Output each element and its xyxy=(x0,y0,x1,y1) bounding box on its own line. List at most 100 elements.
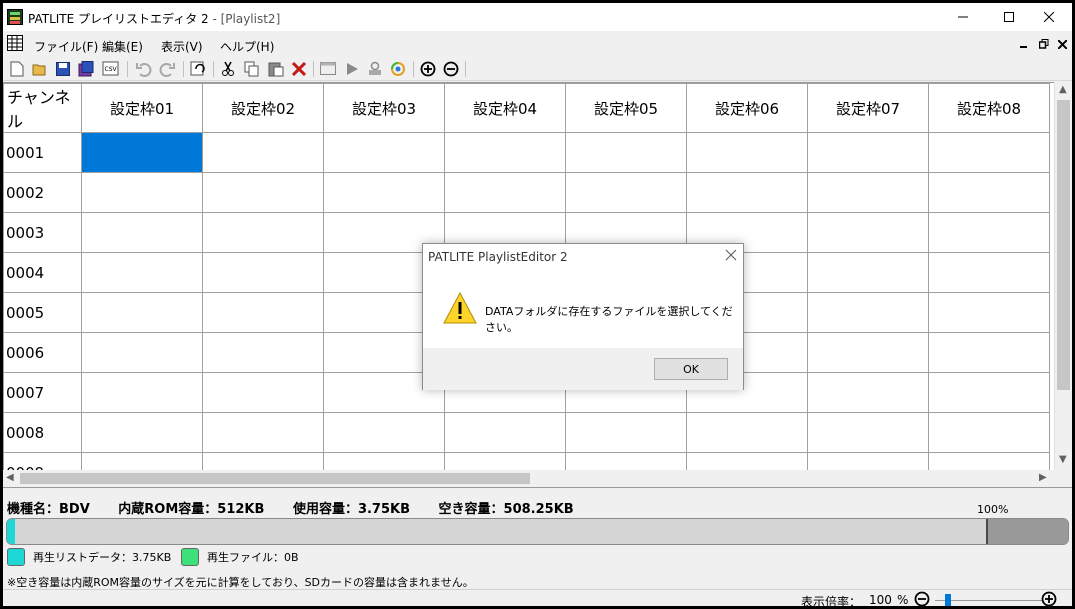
ok-button[interactable]: OK xyxy=(654,358,728,380)
column-header[interactable]: 設定枠07 xyxy=(807,83,929,133)
undo-button[interactable] xyxy=(135,60,153,78)
zoom-slider-track[interactable] xyxy=(935,600,1043,601)
slot-cell[interactable] xyxy=(81,212,203,253)
channel-cell[interactable]: 0004 xyxy=(3,252,82,293)
slot-cell[interactable] xyxy=(81,252,203,293)
zoom-in-icon[interactable] xyxy=(1041,591,1057,606)
child-minimize-icon[interactable] xyxy=(1020,43,1028,49)
slot-cell[interactable] xyxy=(807,372,929,413)
slot-cell[interactable] xyxy=(202,292,324,333)
paste-button[interactable] xyxy=(267,60,285,78)
slot-cell[interactable] xyxy=(81,292,203,333)
slot-cell[interactable] xyxy=(202,452,324,470)
settings-button[interactable] xyxy=(389,60,407,78)
open-button[interactable] xyxy=(31,60,49,78)
slot-cell[interactable] xyxy=(807,252,929,293)
slot-cell[interactable] xyxy=(444,452,566,470)
slot-cell[interactable] xyxy=(928,292,1050,333)
close-button[interactable] xyxy=(1026,3,1072,31)
slot-cell[interactable] xyxy=(323,452,445,470)
scroll-up-icon[interactable]: ▲ xyxy=(1059,84,1067,95)
new-button[interactable] xyxy=(8,60,26,78)
channel-cell[interactable]: 0003 xyxy=(3,212,82,253)
minimize-button[interactable] xyxy=(940,3,986,31)
slot-cell[interactable] xyxy=(686,132,808,173)
slot-cell[interactable] xyxy=(928,412,1050,453)
slot-cell[interactable] xyxy=(81,372,203,413)
slot-cell[interactable] xyxy=(565,452,687,470)
child-restore-icon[interactable] xyxy=(1039,39,1049,49)
menu-view[interactable]: 表示(V) xyxy=(161,38,203,55)
slot-cell[interactable] xyxy=(807,332,929,373)
menu-file[interactable]: ファイル(F) xyxy=(34,38,98,55)
slot-cell[interactable] xyxy=(323,172,445,213)
slot-cell[interactable] xyxy=(686,452,808,470)
refresh-button[interactable] xyxy=(189,60,207,78)
slot-cell[interactable] xyxy=(81,332,203,373)
slot-cell[interactable] xyxy=(202,212,324,253)
horizontal-scroll-thumb[interactable] xyxy=(20,473,530,484)
horizontal-scrollbar[interactable]: ◀ ▶ xyxy=(3,470,1072,487)
dialog-close-icon[interactable] xyxy=(725,249,737,261)
vertical-scroll-thumb[interactable] xyxy=(1057,100,1070,390)
transfer-button[interactable] xyxy=(366,60,384,78)
slot-cell[interactable] xyxy=(807,292,929,333)
save-all-button[interactable] xyxy=(77,60,95,78)
channel-cell[interactable]: 0005 xyxy=(3,292,82,333)
grid-icon[interactable] xyxy=(7,35,23,51)
slot-cell[interactable] xyxy=(928,212,1050,253)
slot-cell[interactable] xyxy=(686,172,808,213)
export-csv-button[interactable]: CSV xyxy=(102,60,120,78)
slot-cell[interactable] xyxy=(928,252,1050,293)
slot-cell[interactable] xyxy=(444,132,566,173)
redo-button[interactable] xyxy=(158,60,176,78)
column-header[interactable]: 設定枠08 xyxy=(928,83,1050,133)
slot-cell[interactable] xyxy=(81,452,203,470)
channel-cell[interactable]: 0001 xyxy=(3,132,82,173)
channel-cell[interactable]: 0009 xyxy=(3,452,82,470)
copy-button[interactable] xyxy=(243,60,261,78)
slot-cell[interactable] xyxy=(81,172,203,213)
delete-button[interactable] xyxy=(290,60,308,78)
slot-cell[interactable] xyxy=(444,412,566,453)
channel-header[interactable]: チャンネル xyxy=(3,83,82,133)
slot-cell[interactable] xyxy=(565,132,687,173)
slot-cell[interactable] xyxy=(807,452,929,470)
slot-cell[interactable] xyxy=(807,212,929,253)
menu-help[interactable]: ヘルプ(H) xyxy=(220,38,274,55)
slot-cell[interactable] xyxy=(202,412,324,453)
column-header[interactable]: 設定枠01 xyxy=(81,83,203,133)
child-close-icon[interactable] xyxy=(1058,40,1067,49)
slot-cell[interactable] xyxy=(807,132,929,173)
column-header[interactable]: 設定枠05 xyxy=(565,83,687,133)
channel-cell[interactable]: 0008 xyxy=(3,412,82,453)
play-button[interactable] xyxy=(343,60,361,78)
remove-button[interactable] xyxy=(442,60,460,78)
slot-cell[interactable] xyxy=(928,452,1050,470)
scroll-right-icon[interactable]: ▶ xyxy=(1039,472,1047,483)
window-button[interactable] xyxy=(319,60,337,78)
slot-cell[interactable] xyxy=(928,332,1050,373)
vertical-scrollbar[interactable]: ▲ ▼ xyxy=(1054,82,1072,470)
scroll-down-icon[interactable]: ▼ xyxy=(1059,454,1067,465)
slot-cell[interactable] xyxy=(81,132,203,173)
column-header[interactable]: 設定枠06 xyxy=(686,83,808,133)
slot-cell[interactable] xyxy=(81,412,203,453)
cut-button[interactable] xyxy=(219,60,237,78)
slot-cell[interactable] xyxy=(202,332,324,373)
column-header[interactable]: 設定枠02 xyxy=(202,83,324,133)
slot-cell[interactable] xyxy=(202,372,324,413)
slot-cell[interactable] xyxy=(444,172,566,213)
zoom-slider-thumb[interactable] xyxy=(945,594,951,606)
channel-cell[interactable]: 0007 xyxy=(3,372,82,413)
slot-cell[interactable] xyxy=(807,412,929,453)
save-button[interactable] xyxy=(54,60,72,78)
slot-cell[interactable] xyxy=(202,252,324,293)
slot-cell[interactable] xyxy=(928,132,1050,173)
slot-cell[interactable] xyxy=(928,172,1050,213)
slot-cell[interactable] xyxy=(565,412,687,453)
channel-cell[interactable]: 0006 xyxy=(3,332,82,373)
channel-cell[interactable]: 0002 xyxy=(3,172,82,213)
add-button[interactable] xyxy=(419,60,437,78)
slot-cell[interactable] xyxy=(807,172,929,213)
